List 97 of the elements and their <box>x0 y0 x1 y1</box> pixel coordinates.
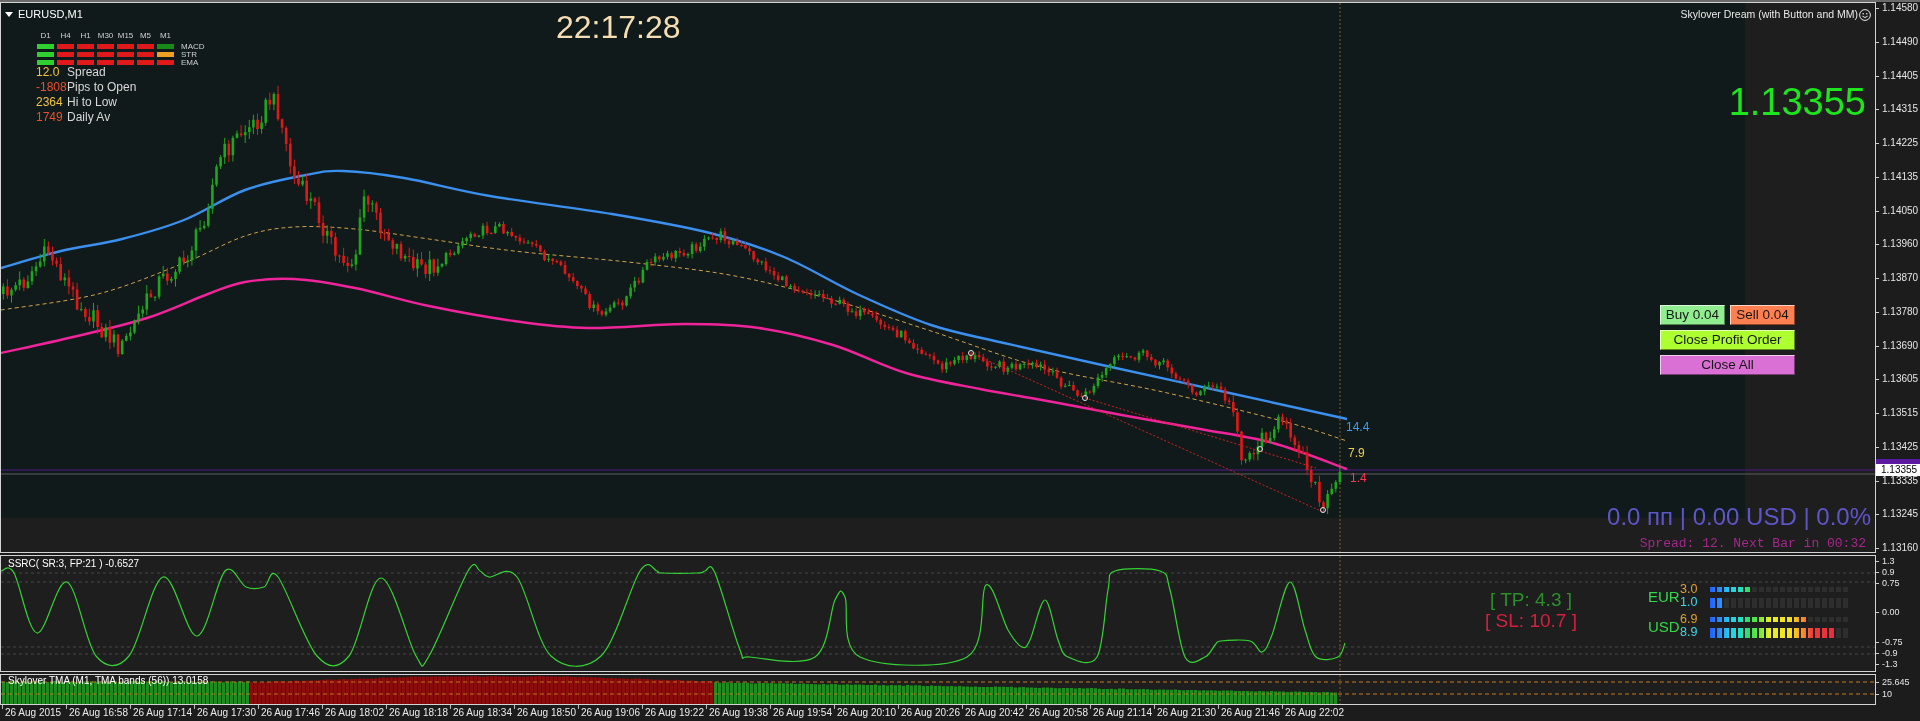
take-profit-text: [ TP: 4.3 ] <box>1490 589 1572 610</box>
price-tick-label: 1.13335 <box>1882 474 1919 487</box>
stat-number: 1749 <box>36 111 64 124</box>
currency-label: USD <box>1648 617 1680 635</box>
circle-marker-icon <box>1082 395 1088 401</box>
time-axis-label: 26 Aug 2015 <box>5 707 62 719</box>
oscillator-tick-label: 0.00 <box>1882 607 1900 617</box>
time-axis-label: 26 Aug 20:42 <box>965 707 1024 719</box>
band-value-label: 7.9 <box>1348 446 1365 460</box>
price-tick-label: 1.13960 <box>1882 238 1919 251</box>
tma-tick-label: 10 <box>1882 689 1892 699</box>
time-axis-label: 26 Aug 18:18 <box>389 707 448 719</box>
close-all-button[interactable]: Close All <box>1660 355 1795 375</box>
price-level-marker <box>1876 459 1920 464</box>
time-axis-label: 26 Aug 17:14 <box>133 707 192 719</box>
timeframe-label: M15 <box>117 31 134 41</box>
oscillator-tick-label: -0.75 <box>1882 637 1903 647</box>
price-tick-label: 1.13605 <box>1882 373 1919 386</box>
buy-button[interactable]: Buy 0.04 <box>1660 305 1725 325</box>
time-axis-label: 26 Aug 21:30 <box>1157 707 1216 719</box>
oscillator-title: SSRC( SR:3, FP:21 ) -0.6527 <box>8 558 140 570</box>
timeframe-label: H1 <box>80 31 91 41</box>
sell-button[interactable]: Sell 0.04 <box>1730 305 1795 325</box>
strength-value: 1.0 <box>1680 596 1699 609</box>
oscillator-tick-label: 0.75 <box>1882 578 1900 588</box>
stat-number: -1808 <box>36 81 67 94</box>
timeframe-label: M30 <box>97 31 114 41</box>
indicator-label: STR <box>181 50 198 59</box>
price-tick-label: 1.14405 <box>1882 69 1919 82</box>
stat-caption: Hi to Low <box>67 96 118 109</box>
stat-caption: Pips to Open <box>67 81 137 94</box>
price-tick-label: 1.14225 <box>1882 137 1919 149</box>
stop-loss-text: [ SL: 10.7 ] <box>1485 610 1577 631</box>
time-axis-label: 26 Aug 22:02 <box>1285 707 1344 719</box>
price-tick-label: 1.14490 <box>1882 35 1919 48</box>
price-tick-label: 1.13690 <box>1882 339 1919 352</box>
circle-marker-icon <box>1320 507 1326 513</box>
circle-marker-icon <box>968 350 974 356</box>
price-tick-label: 1.14135 <box>1882 170 1919 183</box>
indicator-label: EMA <box>181 58 200 67</box>
time-axis-label: 26 Aug 19:54 <box>773 707 832 719</box>
price-tick-label: 1.13515 <box>1882 407 1919 419</box>
time-axis-label: 26 Aug 18:50 <box>517 707 576 719</box>
time-axis-label: 26 Aug 18:02 <box>325 707 384 719</box>
dropdown-caret-icon[interactable] <box>5 12 13 17</box>
timeframe-label: H4 <box>60 31 71 41</box>
time-axis-label: 26 Aug 20:58 <box>1029 707 1088 719</box>
tma-tick-label: 25.645 <box>1882 677 1910 687</box>
price-tick-label: 1.13160 <box>1882 542 1919 554</box>
time-axis-label: 26 Aug 16:58 <box>69 707 128 719</box>
time-axis-label: 26 Aug 20:26 <box>901 707 960 719</box>
oscillator-tick-label: -1.3 <box>1882 659 1898 669</box>
price-tick-label: 1.14580 <box>1882 2 1919 14</box>
stat-number: 12.0 <box>36 66 61 79</box>
time-axis-label: 26 Aug 19:22 <box>645 707 704 719</box>
time-axis-label: 26 Aug 21:14 <box>1093 707 1152 719</box>
stat-number: 2364 <box>36 96 64 109</box>
time-axis-label: 26 Aug 17:46 <box>261 707 320 719</box>
time-axis-label: 26 Aug 21:46 <box>1221 707 1280 719</box>
smiley-icon <box>1859 8 1871 21</box>
time-axis-label: 26 Aug 18:34 <box>453 707 512 719</box>
strength-value: 6.9 <box>1680 613 1699 626</box>
timeframe-label: D1 <box>40 31 51 41</box>
oscillator-tick-label: -0.9 <box>1882 648 1898 658</box>
price-tick-label: 1.13245 <box>1882 508 1919 521</box>
current-time-line <box>1339 675 1341 704</box>
close-profit-button[interactable]: Close Profit Order <box>1660 330 1795 350</box>
clock-text: 22:17:28 <box>556 9 681 45</box>
bar-timer-text: Spread: 12. Next Bar in 00:32 <box>1639 537 1866 551</box>
indicator-title: Skylover Dream (with Button and MM) <box>1680 8 1858 21</box>
strength-value: 8.9 <box>1680 626 1699 639</box>
time-axis-label: 26 Aug 20:10 <box>837 707 896 719</box>
price-tick-label: 1.14050 <box>1882 204 1919 217</box>
price-tick-label: 1.13870 <box>1882 272 1919 284</box>
circle-marker-icon <box>1257 446 1263 452</box>
price-tick-label: 1.13425 <box>1882 440 1919 453</box>
tma-title: Skylover TMA (M1, TMA bands (56)) 13.0158 <box>8 675 209 687</box>
timeframe-label: M5 <box>139 31 152 41</box>
price-tick-label: 1.14315 <box>1882 103 1919 116</box>
current-price-tag: 1.13355 <box>1876 464 1920 476</box>
timeframe-label: M1 <box>159 31 172 41</box>
price-tick-label: 1.13780 <box>1882 305 1919 318</box>
band-value-label: 14.4 <box>1346 420 1370 434</box>
time-axis-label: 26 Aug 17:30 <box>197 707 256 719</box>
profit-summary-text: 0.0 пп | 0.00 USD | 0.0% <box>1607 504 1871 530</box>
time-axis-label: 26 Aug 19:38 <box>709 707 768 719</box>
time-axis-label: 26 Aug 19:06 <box>581 707 640 719</box>
oscillator-tick-label: 1.3 <box>1882 556 1895 566</box>
strength-value: 3.0 <box>1680 583 1699 596</box>
stat-caption: Daily Av <box>67 111 111 124</box>
indicator-label: MACD <box>181 42 205 51</box>
band-value-label: 1.4 <box>1350 471 1367 485</box>
oscillator-tick-label: 0.9 <box>1882 567 1895 577</box>
symbol-label: EURUSD,M1 <box>18 8 83 21</box>
current-price-text: 1.13355 <box>1728 81 1866 123</box>
stat-caption: Spread <box>67 66 106 79</box>
currency-label: EUR <box>1648 587 1680 605</box>
